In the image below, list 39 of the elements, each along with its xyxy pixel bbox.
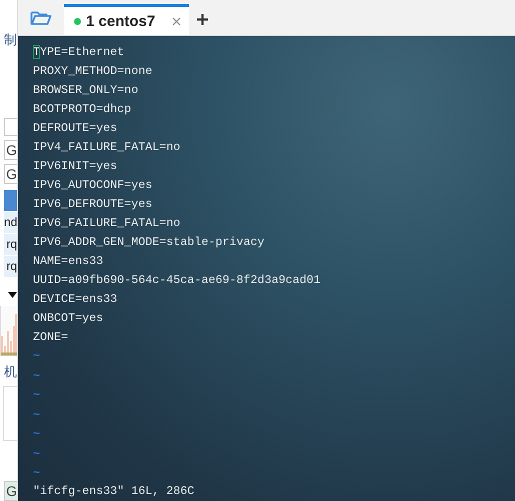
empty-line-marker: ~: [33, 406, 40, 424]
config-line: IPV6_AUTOCONF=yes: [33, 177, 152, 194]
input-field[interactable]: G: [4, 164, 17, 184]
close-icon[interactable]: [172, 16, 182, 26]
panel-label: 制: [4, 32, 17, 48]
empty-line-marker: ~: [33, 368, 40, 384]
config-line: BCOTPROTO=dhcp: [33, 101, 132, 118]
config-line: DEFROUTE=yes: [33, 120, 118, 137]
config-line: IPV6_DEFROUTE=yes: [33, 196, 152, 213]
empty-line-marker: ~: [33, 426, 40, 443]
list-row[interactable]: rq: [4, 256, 17, 278]
list-row[interactable]: nd: [4, 212, 17, 234]
config-line: PROXY_METHOD=none: [33, 63, 152, 80]
list-row[interactable]: rq: [4, 234, 17, 256]
config-line: BROWSER_ONLY=no: [33, 82, 138, 99]
panel-label: 机: [4, 364, 17, 380]
config-line: IPV6_ADDR_GEN_MODE=stable-privacy: [33, 234, 264, 251]
input-field[interactable]: G: [4, 480, 17, 501]
config-line: TYPE=Ethernet: [33, 44, 124, 61]
config-line: ZONE=: [33, 329, 68, 346]
caret-icon[interactable]: [8, 292, 17, 298]
empty-line-marker: ~: [33, 446, 40, 462]
config-line: IPV6INIT=yes: [33, 158, 118, 175]
config-line: ONBCOT=yes: [33, 310, 104, 327]
new-tab-icon[interactable]: [197, 14, 208, 25]
config-line: DEVICE=ens33: [33, 291, 118, 308]
input-field[interactable]: G: [4, 140, 17, 160]
empty-line-marker: ~: [33, 348, 40, 365]
empty-line-marker: ~: [33, 387, 40, 404]
folder-icon[interactable]: [30, 9, 52, 27]
status-message: "ifcfg-ens33" 16L, 286C: [33, 482, 194, 500]
config-line: NAME=ens33: [33, 253, 104, 270]
list-row[interactable]: [4, 190, 17, 212]
config-line: UUID=a09fb690-564c-45ca-ae69-8f2d3a9cad01: [33, 272, 321, 289]
input-field[interactable]: [4, 118, 17, 136]
terminal-tab[interactable]: 1 centos7: [64, 4, 190, 35]
config-line: IPV6_FAILURE_FATAL=no: [33, 215, 180, 232]
empty-line-marker: ~: [33, 465, 40, 482]
config-line: IPV4_FAILURE_FATAL=no: [33, 139, 180, 156]
